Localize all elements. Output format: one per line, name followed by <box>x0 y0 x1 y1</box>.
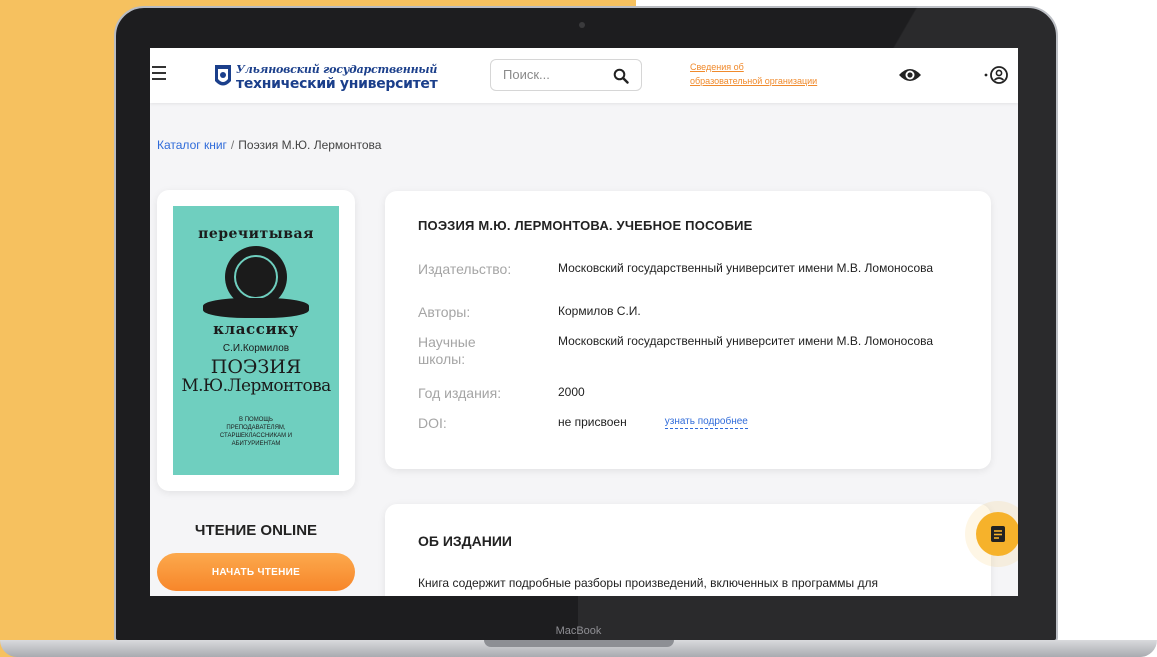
cover-subtitle: В помощь преподавателям, старшеклассника… <box>219 417 293 447</box>
info-value: не присвоен <box>558 415 627 429</box>
info-value: Московский государственный университет и… <box>558 261 934 275</box>
university-emblem-icon <box>215 65 231 86</box>
cover-middle-text: классику <box>213 320 299 338</box>
info-row-schools: Научные школы: Московский государственны… <box>418 334 978 368</box>
book-title: ПОЭЗИЯ М.Ю. ЛЕРМОНТОВА. УЧЕБНОЕ ПОСОБИЕ <box>418 218 753 233</box>
search-box <box>490 59 642 91</box>
about-text: Книга содержит подробные разборы произве… <box>418 576 879 590</box>
info-label: Издательство: <box>418 261 512 277</box>
org-info-link-line-2: образовательной организации <box>690 76 818 86</box>
book-info-card: ПОЭЗИЯ М.Ю. ЛЕРМОНТОВА. УЧЕБНОЕ ПОСОБИЕ … <box>385 191 991 469</box>
macbook-label: MacBook <box>555 625 602 637</box>
book-cover-image[interactable]: перечитывая классику С.И.Кормилов ПОЭЗИЯ… <box>173 206 339 475</box>
start-reading-button[interactable]: НАЧАТЬ ЧТЕНИЕ <box>157 553 355 591</box>
info-label: Научные школы: <box>418 334 476 367</box>
info-row-year: Год издания: 2000 <box>418 385 978 402</box>
info-label: Год издания: <box>418 385 502 401</box>
book-cover-card: перечитывая классику С.И.Кормилов ПОЭЗИЯ… <box>157 190 355 491</box>
notes-button[interactable] <box>976 512 1018 556</box>
user-icon[interactable] <box>984 65 1008 85</box>
breadcrumb-catalog-link[interactable]: Каталог книг <box>157 138 227 152</box>
org-info-link-line-1: Сведения об <box>690 62 744 72</box>
breadcrumb-separator: / <box>230 138 235 152</box>
breadcrumb: Каталог книг / Поэзия М.Ю. Лермонтова <box>157 138 381 152</box>
university-logo[interactable]: Ульяновский государственный технический … <box>213 58 445 96</box>
search-icon[interactable] <box>613 68 629 84</box>
notes-icon <box>991 526 1005 542</box>
about-edition-card: ОБ ИЗДАНИИ Книга содержит подробные разб… <box>385 504 991 596</box>
info-value: 2000 <box>558 385 585 399</box>
org-info-link[interactable]: Сведения об образовательной организации <box>690 60 850 88</box>
laptop-base-notch <box>484 640 674 647</box>
cover-ribbon <box>203 298 309 318</box>
about-title: ОБ ИЗДАНИИ <box>418 533 512 549</box>
info-value: Кормилов С.И. <box>558 304 641 318</box>
search-input[interactable] <box>503 67 603 82</box>
info-label: Авторы: <box>418 304 471 320</box>
info-row-publisher: Издательство: Московский государственный… <box>418 261 978 278</box>
screen: Ульяновский государственный технический … <box>150 48 1018 596</box>
eye-icon[interactable] <box>898 66 922 84</box>
doi-learn-more-link[interactable]: узнать подробнее <box>664 415 748 429</box>
breadcrumb-current: Поэзия М.Ю. Лермонтова <box>238 138 382 152</box>
cover-top-text: перечитывая <box>198 226 314 242</box>
info-label: DOI: <box>418 415 447 431</box>
site-header: Ульяновский государственный технический … <box>150 48 1018 103</box>
info-row-doi: DOI: не присвоен узнать подробнее <box>418 415 978 432</box>
camera <box>579 22 585 28</box>
logo-line-1: Ульяновский государственный <box>236 62 438 76</box>
menu-icon[interactable] <box>152 66 166 80</box>
logo-line-2: технический университет <box>236 75 438 92</box>
cover-title-line-2: М.Ю.Лермонтова <box>181 376 331 396</box>
cover-title-line-1: ПОЭЗИЯ <box>210 356 302 378</box>
cover-author: С.И.Кормилов <box>222 343 290 354</box>
info-row-authors: Авторы: Кормилов С.И. <box>418 304 978 321</box>
reading-online-title: ЧТЕНИЕ ONLINE <box>194 522 318 539</box>
info-value: Московский государственный университет и… <box>558 334 934 348</box>
